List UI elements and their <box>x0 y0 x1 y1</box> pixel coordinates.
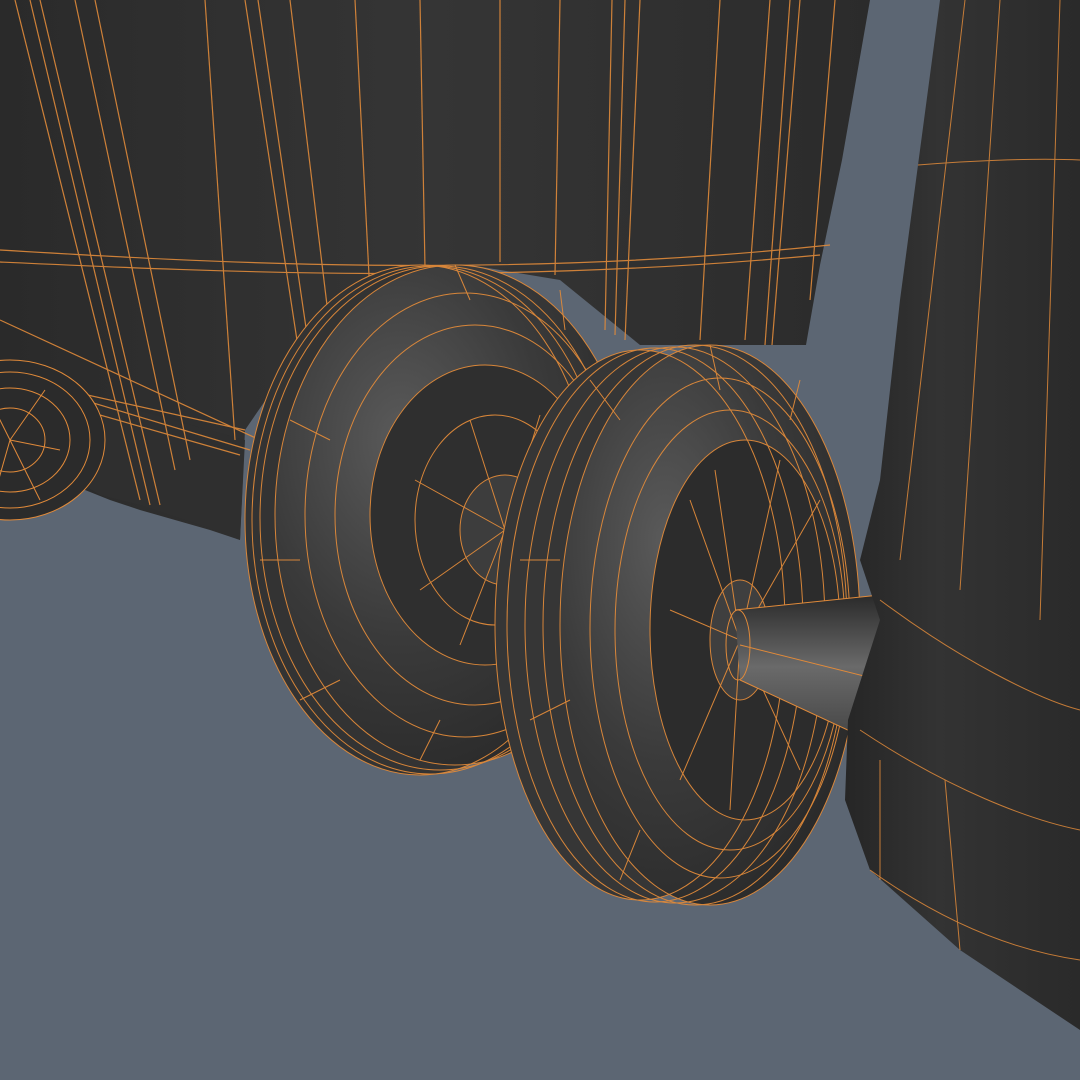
viewport-canvas[interactable] <box>0 0 1080 1080</box>
3d-viewport[interactable] <box>0 0 1080 1080</box>
